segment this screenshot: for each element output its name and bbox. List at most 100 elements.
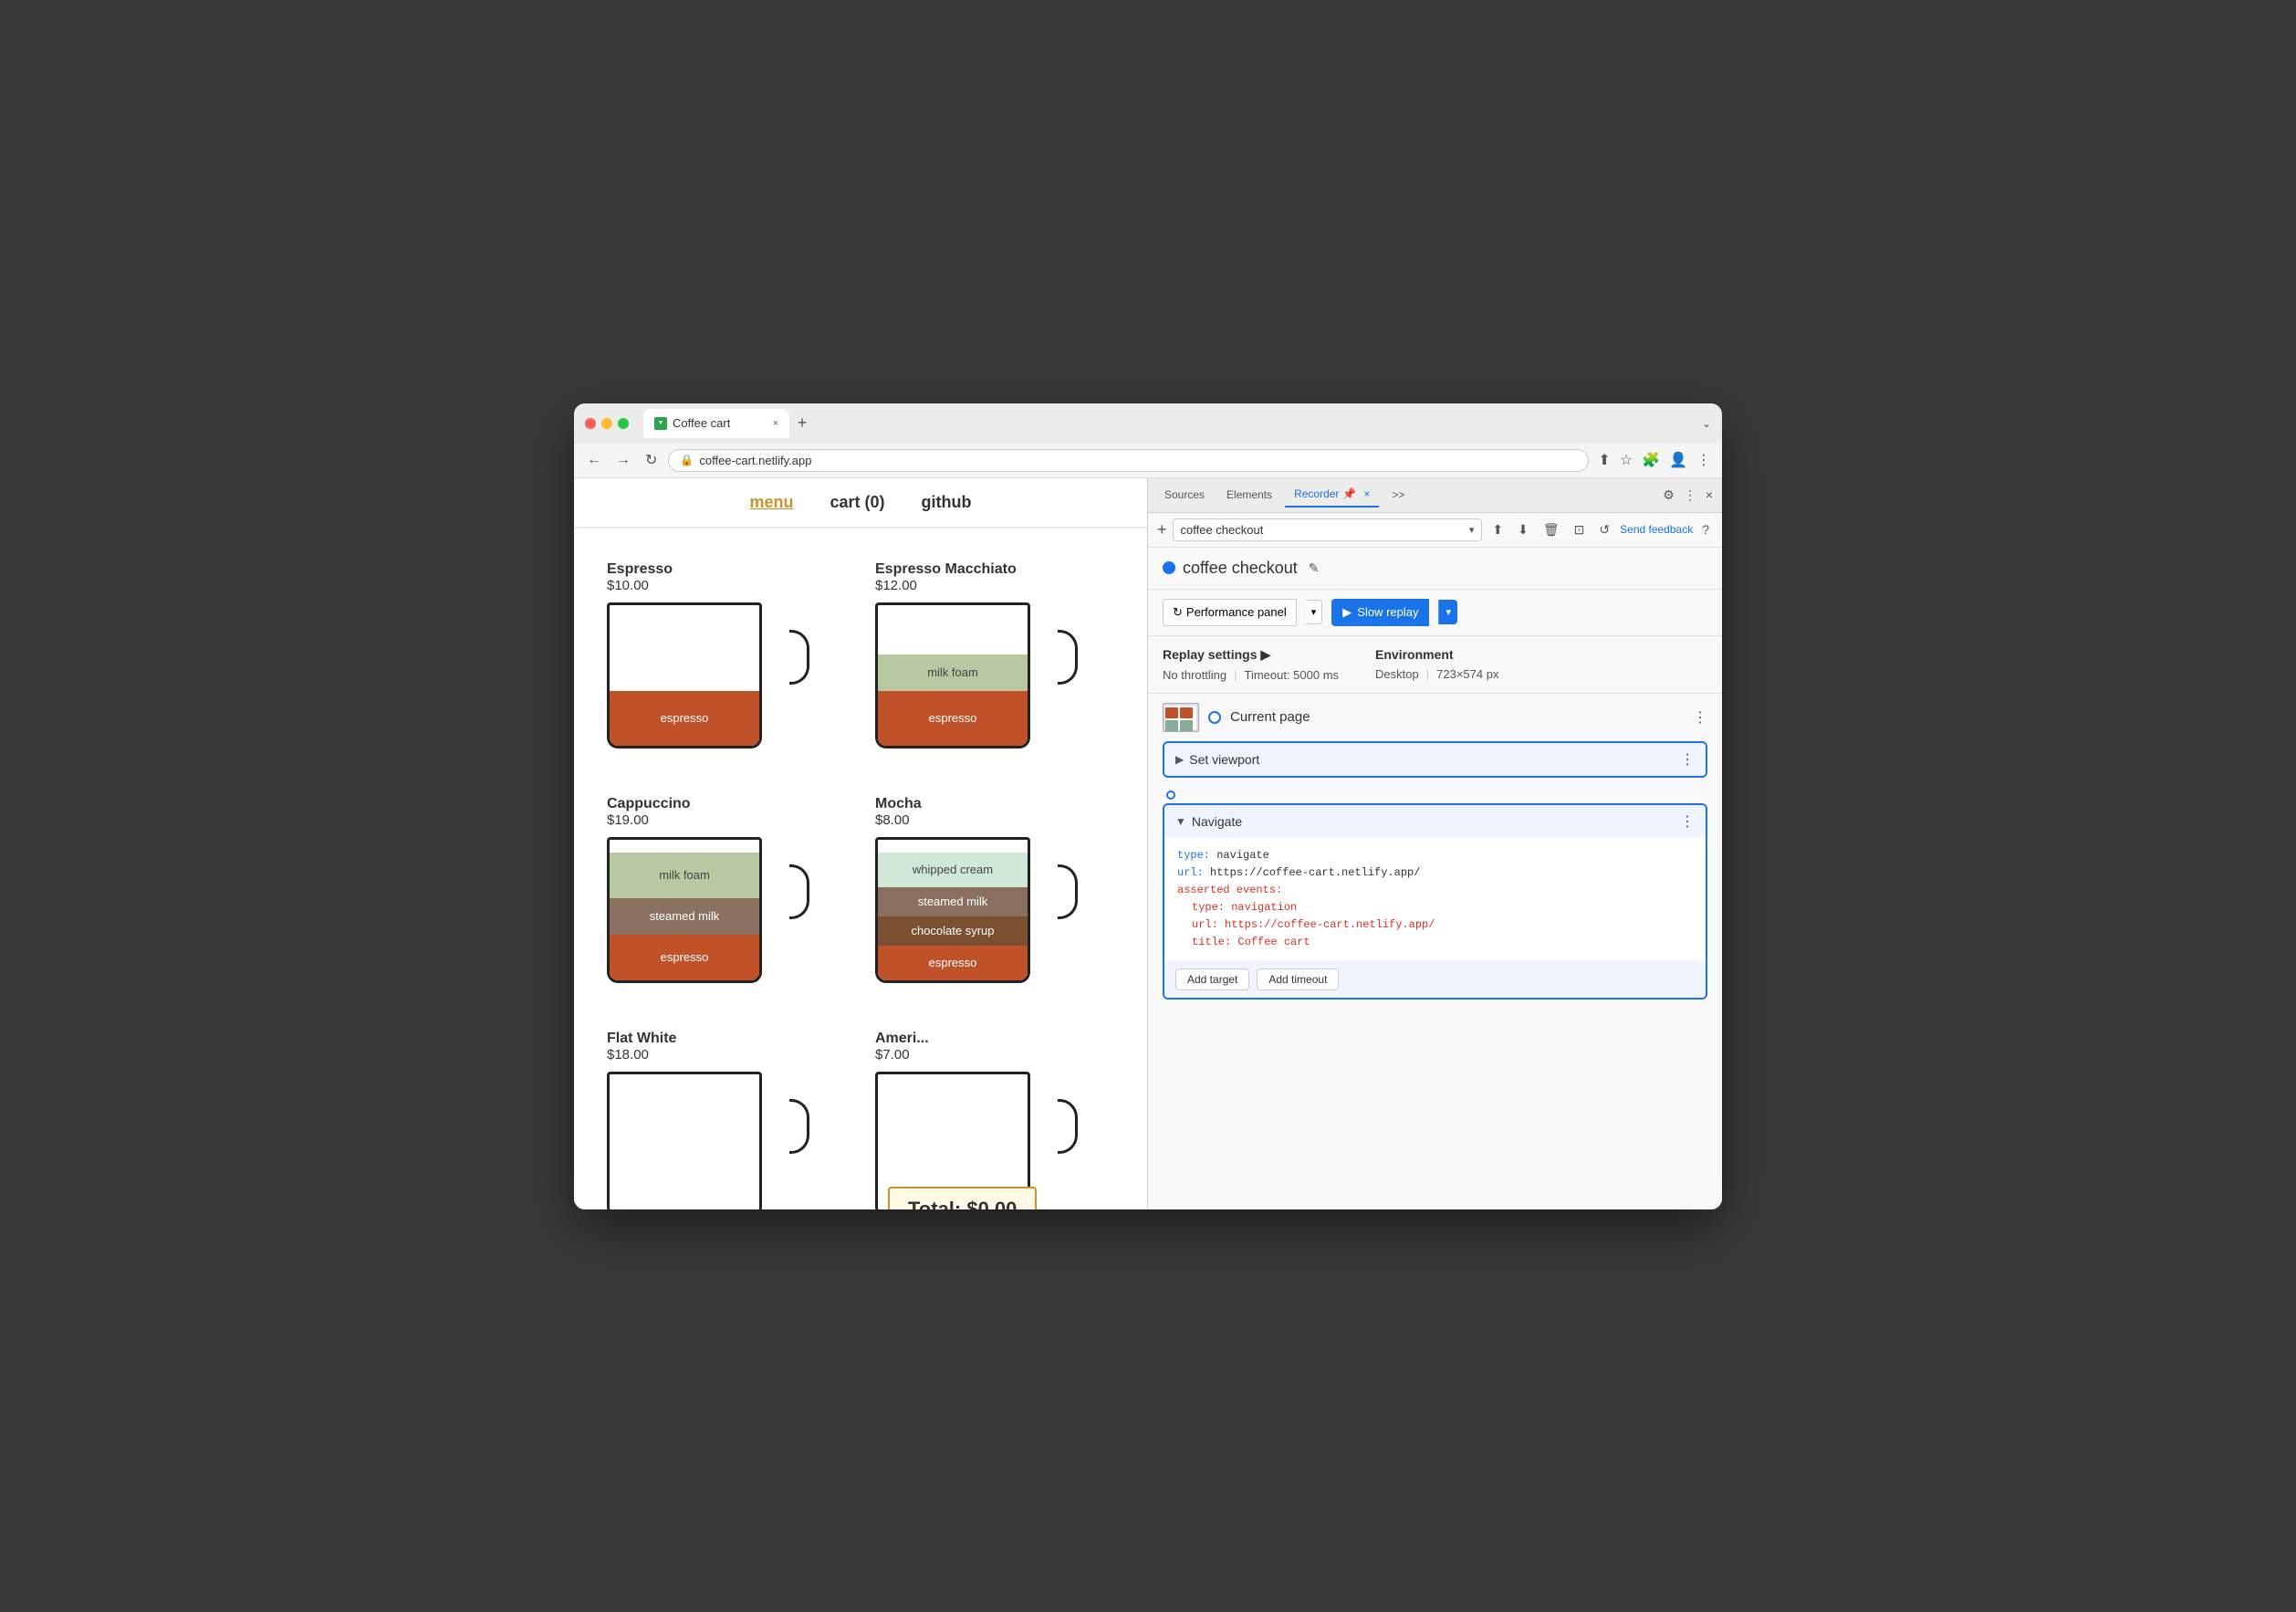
tab-sources[interactable]: Sources: [1155, 483, 1214, 507]
site-nav: menu cart (0) github: [574, 478, 1147, 529]
espresso-layer: espresso: [610, 691, 759, 746]
tab-recorder[interactable]: Recorder 📌 ×: [1285, 482, 1379, 508]
item-name-mocha: Mocha: [875, 796, 1114, 812]
cup-body: whipped cream steamed milk chocolate syr…: [875, 837, 1030, 983]
step-name-viewport: Set viewport: [1189, 752, 1675, 767]
ae-title-key: title:: [1192, 936, 1237, 948]
item-name-americano: Ameri...: [875, 1031, 1114, 1047]
replay-settings-title[interactable]: Replay settings ▶: [1163, 647, 1339, 663]
navigate-step-wrapper: ▼ Navigate ⋮ type: navigate url: https:/…: [1148, 787, 1722, 1000]
nav-cart[interactable]: cart (0): [830, 493, 885, 512]
new-tab-button[interactable]: +: [789, 411, 815, 436]
cup-body: espresso: [607, 602, 762, 748]
performance-panel-button[interactable]: ↻ Performance panel: [1163, 599, 1297, 626]
current-page-more-button[interactable]: ⋮: [1693, 708, 1707, 727]
env-desktop-label: Desktop: [1375, 667, 1419, 681]
cup-handle: [789, 630, 809, 685]
nav-menu[interactable]: menu: [749, 493, 793, 512]
ae-url-key: url:: [1192, 918, 1225, 931]
more-options-icon[interactable]: ⋮: [1682, 486, 1698, 505]
steamed-milk-layer: steamed milk: [610, 898, 759, 935]
reload-button[interactable]: ↻: [642, 449, 661, 471]
cup-body: milk foam espresso: [875, 602, 1030, 748]
env-dims-label: 723×574 px: [1436, 667, 1498, 681]
recorder-close-icon[interactable]: ×: [1363, 487, 1370, 500]
address-bar[interactable]: 🔒 coffee-cart.netlify.app: [668, 449, 1589, 472]
edit-recording-icon[interactable]: ✎: [1309, 560, 1320, 576]
browser-tab[interactable]: Coffee cart ×: [643, 409, 789, 438]
item-name-cappuccino: Cappuccino: [607, 796, 846, 812]
menu-item-cappuccino: Cappuccino $19.00 milk foam steamed milk…: [592, 781, 861, 1016]
recording-name-dropdown: coffee checkout: [1181, 523, 1466, 537]
settings-divider: |: [1234, 668, 1237, 682]
title-bar: Coffee cart × + ⌄: [574, 403, 1722, 444]
maximize-traffic-light[interactable]: [618, 418, 629, 429]
timeline-dot-current: [1208, 711, 1221, 724]
item-price-espresso: $10.00: [607, 578, 846, 593]
cup-macchiato[interactable]: milk foam espresso: [875, 602, 1058, 767]
espresso-layer: espresso: [878, 946, 1028, 980]
gear-icon[interactable]: ⚙: [1661, 486, 1676, 505]
item-name-espresso: Espresso: [607, 561, 846, 578]
step-expand-icon[interactable]: ▶: [1175, 753, 1184, 766]
cup-handle: [1058, 1099, 1078, 1154]
add-timeout-button[interactable]: Add timeout: [1257, 968, 1339, 990]
cup-handle: [789, 864, 809, 919]
add-recording-button[interactable]: +: [1157, 520, 1167, 539]
menu-dots-button[interactable]: ⋮: [1695, 449, 1713, 471]
nav-github[interactable]: github: [922, 493, 972, 512]
cup-cappuccino[interactable]: milk foam steamed milk espresso: [607, 837, 789, 1001]
environment-values: Desktop | 723×574 px: [1375, 667, 1498, 681]
step-more-button[interactable]: ⋮: [1680, 750, 1695, 769]
slow-replay-button[interactable]: ▶ Slow replay: [1331, 599, 1429, 626]
minimize-traffic-light[interactable]: [601, 418, 612, 429]
tab-close-button[interactable]: ×: [773, 418, 778, 429]
recorder-toolbar: + coffee checkout ▾ ⬆ ⬇ 🗑 ⊡ ↺ Send feedb…: [1148, 513, 1722, 548]
close-traffic-light[interactable]: [585, 418, 596, 429]
tab-more[interactable]: >>: [1383, 483, 1414, 507]
navigate-more-button[interactable]: ⋮: [1680, 812, 1695, 831]
bookmark-button[interactable]: ☆: [1618, 449, 1634, 471]
send-feedback-link[interactable]: Send feedback: [1620, 523, 1693, 536]
export-button[interactable]: ⬆: [1487, 519, 1508, 540]
delete-recording-button[interactable]: 🗑: [1539, 519, 1564, 540]
ae-url-val: https://coffee-cart.netlify.app/: [1225, 918, 1435, 931]
recording-select[interactable]: coffee checkout ▾: [1173, 518, 1483, 541]
extensions-button[interactable]: 🧩: [1640, 449, 1662, 471]
cup-espresso[interactable]: espresso: [607, 602, 789, 767]
slow-replay-label: Slow replay: [1357, 605, 1418, 619]
menu-item-americano: Ameri... $7.00 Total: $0.00: [861, 1016, 1129, 1209]
cup-mocha[interactable]: whipped cream steamed milk chocolate syr…: [875, 837, 1058, 1001]
ae-type-key: type:: [1192, 901, 1231, 914]
tab-elements[interactable]: Elements: [1217, 483, 1281, 507]
tab-favicon: [654, 417, 667, 430]
item-name-flat-white: Flat White: [607, 1031, 846, 1047]
performance-panel-dropdown[interactable]: ▾: [1306, 600, 1323, 624]
url-val: https://coffee-cart.netlify.app/: [1210, 866, 1420, 879]
profile-button[interactable]: 👤: [1667, 449, 1689, 471]
slow-replay-dropdown[interactable]: ▾: [1438, 600, 1457, 624]
record-icon-button[interactable]: ↺: [1594, 519, 1614, 540]
replay-settings-right: Environment Desktop | 723×574 px: [1375, 647, 1498, 682]
step-header: ▶ Set viewport ⋮: [1164, 743, 1706, 776]
navigate-expand-icon[interactable]: ▼: [1175, 815, 1186, 828]
performance-panel-label: Performance panel: [1186, 605, 1287, 619]
help-button[interactable]: ?: [1698, 520, 1713, 539]
import-button[interactable]: ⬇: [1513, 519, 1533, 540]
devtools-tabs: Sources Elements Recorder 📌 × >> ⚙ ⋮ ×: [1148, 478, 1722, 513]
browser-window: Coffee cart × + ⌄ ← → ↻ 🔒 coffee-cart.ne…: [574, 403, 1722, 1209]
add-target-button[interactable]: Add target: [1175, 968, 1249, 990]
total-bar: Total: $0.00: [888, 1187, 1037, 1209]
ae-title-val: Coffee cart: [1237, 936, 1310, 948]
cup-handle: [789, 1099, 809, 1154]
item-price-mocha: $8.00: [875, 812, 1114, 828]
back-button[interactable]: ←: [583, 450, 605, 470]
espresso-layer: espresso: [878, 691, 1028, 746]
close-devtools-button[interactable]: ×: [1704, 486, 1715, 504]
recorder-label: Recorder: [1294, 487, 1339, 500]
share-button[interactable]: ⬆: [1596, 449, 1612, 471]
forward-button[interactable]: →: [612, 450, 634, 470]
replay-icon-button[interactable]: ⊡: [1570, 519, 1590, 540]
main-area: menu cart (0) github Espresso $10.00 esp…: [574, 478, 1722, 1209]
cup-flat-white[interactable]: [607, 1072, 789, 1209]
